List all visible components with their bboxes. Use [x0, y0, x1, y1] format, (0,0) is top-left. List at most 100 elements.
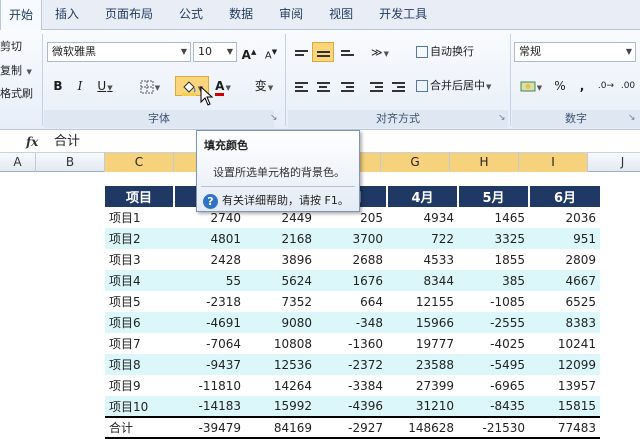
header-cell[interactable]: 6月 — [528, 186, 600, 207]
align-center-button[interactable] — [312, 76, 334, 96]
value-cell[interactable]: -8435 — [458, 396, 529, 417]
value-cell[interactable]: 6525 — [529, 291, 600, 312]
value-cell[interactable]: 9080 — [245, 312, 316, 333]
increase-decimal-button[interactable]: .0→ — [596, 76, 616, 96]
value-cell[interactable]: 1465 — [458, 207, 529, 228]
tab-formulas[interactable]: 公式 — [166, 0, 216, 29]
value-cell[interactable]: 3896 — [245, 249, 316, 270]
accounting-format-button[interactable]: ▼ — [516, 76, 546, 96]
value-cell[interactable]: -4025 — [458, 333, 529, 354]
value-cell[interactable]: 19777 — [387, 333, 458, 354]
value-cell[interactable]: 2168 — [245, 228, 316, 249]
align-middle-button[interactable] — [312, 42, 334, 62]
value-cell[interactable]: 951 — [529, 228, 600, 249]
column-header-j[interactable]: J — [588, 153, 640, 172]
value-cell[interactable]: 31210 — [387, 396, 458, 417]
value-cell[interactable]: 2036 — [529, 207, 600, 228]
tab-insert[interactable]: 插入 — [42, 0, 92, 29]
value-cell[interactable]: 8344 — [387, 270, 458, 291]
value-cell[interactable]: 3325 — [458, 228, 529, 249]
align-top-button[interactable] — [290, 42, 312, 62]
column-header-g[interactable]: G — [381, 153, 450, 172]
merge-center-button[interactable]: 合并后居中▼ — [416, 76, 504, 96]
row-label-cell[interactable]: 项目8 — [105, 354, 174, 375]
font-dialog-launcher-icon[interactable]: ↘ — [270, 113, 278, 123]
value-cell[interactable]: -39479 — [174, 416, 245, 439]
header-cell[interactable]: 项目 — [105, 186, 174, 207]
value-cell[interactable]: -7064 — [174, 333, 245, 354]
value-cell[interactable]: 2809 — [529, 249, 600, 270]
value-cell[interactable]: 27399 — [387, 375, 458, 396]
row-label-cell[interactable]: 项目2 — [105, 228, 174, 249]
row-label-cell[interactable]: 项目3 — [105, 249, 174, 270]
value-cell[interactable]: -2318 — [174, 291, 245, 312]
percent-button[interactable]: % — [552, 76, 568, 96]
value-cell[interactable]: 12536 — [245, 354, 316, 375]
value-cell[interactable]: 2688 — [316, 249, 387, 270]
value-cell[interactable]: 10808 — [245, 333, 316, 354]
value-cell[interactable]: 4934 — [387, 207, 458, 228]
value-cell[interactable]: 23588 — [387, 354, 458, 375]
value-cell[interactable]: 664 — [316, 291, 387, 312]
tab-developer[interactable]: 开发工具 — [366, 0, 440, 29]
align-bottom-button[interactable] — [336, 42, 358, 62]
value-cell[interactable]: 13957 — [529, 375, 600, 396]
shrink-font-button[interactable]: A▼ — [262, 42, 280, 62]
value-cell[interactable]: 1676 — [316, 270, 387, 291]
comma-button[interactable]: , — [574, 76, 590, 96]
value-cell[interactable]: -2372 — [316, 354, 387, 375]
column-header-b[interactable]: B — [36, 153, 105, 172]
header-cell[interactable]: 4月 — [386, 186, 458, 207]
value-cell[interactable]: 15966 — [387, 312, 458, 333]
orientation-button[interactable]: ≫▼ — [366, 42, 394, 62]
phonetic-button[interactable]: 变▼ — [250, 76, 278, 96]
value-cell[interactable]: 4801 — [174, 228, 245, 249]
value-cell[interactable]: 722 — [387, 228, 458, 249]
value-cell[interactable]: 3700 — [316, 228, 387, 249]
value-cell[interactable]: -4396 — [316, 396, 387, 417]
value-cell[interactable]: -2927 — [316, 416, 387, 439]
column-header-a[interactable]: A — [0, 153, 36, 172]
value-cell[interactable]: 15815 — [529, 396, 600, 417]
value-cell[interactable]: 148628 — [387, 416, 458, 439]
value-cell[interactable]: 12099 — [529, 354, 600, 375]
tab-page-layout[interactable]: 页面布局 — [92, 0, 166, 29]
format-painter-button[interactable]: 格式刷 — [0, 85, 33, 101]
row-label-cell[interactable]: 项目7 — [105, 333, 174, 354]
row-label-cell[interactable]: 项目4 — [105, 270, 174, 291]
value-cell[interactable]: -9437 — [174, 354, 245, 375]
wrap-text-button[interactable]: 自动换行 — [416, 42, 486, 62]
alignment-dialog-launcher-icon[interactable]: ↘ — [498, 113, 506, 123]
tab-data[interactable]: 数据 — [216, 0, 266, 29]
value-cell[interactable]: 5624 — [245, 270, 316, 291]
value-cell[interactable]: -14183 — [174, 396, 245, 417]
value-cell[interactable]: 385 — [458, 270, 529, 291]
value-cell[interactable]: 7352 — [245, 291, 316, 312]
tab-review[interactable]: 审阅 — [266, 0, 316, 29]
value-cell[interactable]: -3384 — [316, 375, 387, 396]
value-cell[interactable]: -21530 — [458, 416, 529, 439]
value-cell[interactable]: -11810 — [174, 375, 245, 396]
value-cell[interactable]: -5495 — [458, 354, 529, 375]
row-label-cell[interactable]: 项目10 — [105, 396, 174, 417]
column-header-i[interactable]: I — [519, 153, 588, 172]
tab-view[interactable]: 视图 — [316, 0, 366, 29]
value-cell[interactable]: -4691 — [174, 312, 245, 333]
insert-function-button[interactable]: fx — [26, 131, 38, 153]
value-cell[interactable]: -2555 — [458, 312, 529, 333]
font-name-combo[interactable]: 微软雅黑 ▼ — [47, 42, 191, 62]
row-label-cell[interactable]: 项目9 — [105, 375, 174, 396]
align-right-button[interactable] — [336, 76, 358, 96]
border-button[interactable]: ▼ — [136, 76, 164, 96]
underline-button[interactable]: U▼ — [94, 76, 116, 96]
bold-button[interactable]: B — [50, 76, 66, 96]
formula-input[interactable]: 合计 — [54, 131, 80, 153]
number-format-combo[interactable]: 常规 ▼ — [514, 42, 636, 62]
row-label-cell[interactable]: 项目5 — [105, 291, 174, 312]
decrease-indent-button[interactable] — [366, 76, 386, 96]
value-cell[interactable]: 77483 — [529, 416, 600, 439]
italic-button[interactable]: I — [72, 76, 88, 96]
tab-home[interactable]: 开始 — [0, 0, 43, 30]
value-cell[interactable]: 15992 — [245, 396, 316, 417]
value-cell[interactable]: -6965 — [458, 375, 529, 396]
